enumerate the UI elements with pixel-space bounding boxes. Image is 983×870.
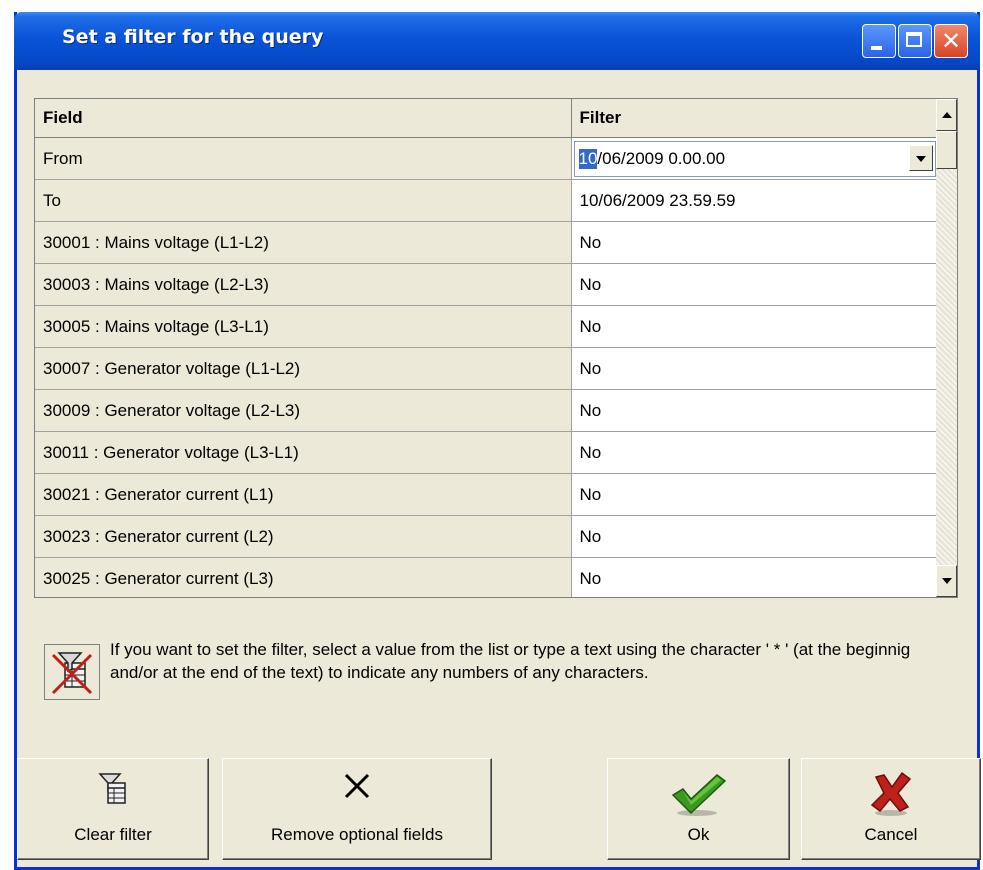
- field-cell: 30003 : Mains voltage (L2-L3): [35, 263, 572, 306]
- minimize-button[interactable]: [862, 24, 896, 58]
- field-cell: 30011 : Generator voltage (L3-L1): [35, 431, 572, 474]
- table-row[interactable]: 30021 : Generator current (L1) No: [35, 473, 939, 516]
- field-cell: 30009 : Generator voltage (L2-L3): [35, 389, 572, 432]
- table-row[interactable]: 30023 : Generator current (L2) No: [35, 515, 939, 558]
- table-row[interactable]: From 10/06/2009 0.00.00: [35, 137, 939, 180]
- title-bar[interactable]: Set a filter for the query ✕: [14, 12, 980, 70]
- table-row[interactable]: 30025 : Generator current (L3) No: [35, 557, 939, 597]
- from-date-combobox[interactable]: 10/06/2009 0.00.00: [573, 140, 936, 177]
- table-header-row: Field Filter: [35, 99, 939, 138]
- scroll-down-icon[interactable]: [936, 565, 957, 597]
- filter-table: Field Filter From 10/06/2009 0.00.00 To: [35, 99, 939, 597]
- table-row[interactable]: 30011 : Generator voltage (L3-L1) No: [35, 431, 939, 474]
- filter-cell[interactable]: No: [571, 515, 939, 558]
- filter-cell[interactable]: No: [571, 263, 939, 306]
- field-cell: 30005 : Mains voltage (L3-L1): [35, 305, 572, 348]
- scroll-thumb[interactable]: [936, 131, 957, 169]
- window-title: Set a filter for the query: [62, 26, 324, 48]
- remove-optional-fields-label: Remove optional fields: [271, 825, 443, 844]
- filter-cell[interactable]: 10/06/2009 23.59.59: [571, 179, 939, 222]
- field-cell: 30007 : Generator voltage (L1-L2): [35, 347, 572, 390]
- field-cell: From: [35, 137, 572, 180]
- cancel-button[interactable]: Cancel: [801, 758, 981, 860]
- filter-cell[interactable]: No: [571, 557, 939, 597]
- ok-button[interactable]: Ok: [607, 758, 790, 860]
- field-cell: 30023 : Generator current (L2): [35, 515, 572, 558]
- table-row[interactable]: 30001 : Mains voltage (L1-L2) No: [35, 221, 939, 264]
- filter-grid: Field Filter From 10/06/2009 0.00.00 To: [34, 98, 958, 598]
- close-button[interactable]: ✕: [934, 24, 968, 58]
- maximize-button[interactable]: [898, 24, 932, 58]
- remove-optional-fields-button[interactable]: Remove optional fields: [222, 758, 492, 860]
- filter-dialog: Set a filter for the query ✕ Field Filte…: [14, 12, 981, 870]
- field-cell: 30001 : Mains voltage (L1-L2): [35, 221, 572, 264]
- close-icon: ✕: [940, 27, 962, 55]
- filter-table-icon: [98, 771, 128, 809]
- filter-cell[interactable]: No: [571, 305, 939, 348]
- table-row[interactable]: 30003 : Mains voltage (L2-L3) No: [35, 263, 939, 306]
- ok-label: Ok: [687, 825, 710, 844]
- vertical-scrollbar[interactable]: [936, 99, 957, 597]
- field-cell: 30021 : Generator current (L1): [35, 473, 572, 516]
- dropdown-arrow-icon[interactable]: [908, 144, 933, 171]
- checkmark-icon: [669, 771, 729, 821]
- cancel-label: Cancel: [864, 825, 918, 844]
- table-row[interactable]: To 10/06/2009 23.59.59: [35, 179, 939, 222]
- table-row[interactable]: 30009 : Generator voltage (L2-L3) No: [35, 389, 939, 432]
- clear-filter-button[interactable]: Clear filter: [17, 758, 209, 860]
- filter-cell[interactable]: 10/06/2009 0.00.00: [571, 137, 939, 180]
- filter-cell[interactable]: No: [571, 431, 939, 474]
- filter-cell[interactable]: No: [571, 473, 939, 516]
- info-text: If you want to set the filter, select a …: [110, 640, 911, 682]
- no-filter-icon: [44, 644, 100, 700]
- filter-cell[interactable]: No: [571, 221, 939, 264]
- red-x-icon: [868, 771, 914, 821]
- column-header-filter[interactable]: Filter: [571, 99, 939, 138]
- filter-cell[interactable]: No: [571, 389, 939, 432]
- table-row[interactable]: 30005 : Mains voltage (L3-L1) No: [35, 305, 939, 348]
- combo-text: /06/2009 0.00.00: [597, 148, 726, 168]
- field-cell: 30025 : Generator current (L3): [35, 557, 572, 597]
- scroll-up-icon[interactable]: [936, 99, 957, 131]
- x-icon: [342, 771, 372, 805]
- clear-filter-label: Clear filter: [74, 825, 152, 844]
- column-header-field[interactable]: Field: [35, 99, 572, 138]
- table-row[interactable]: 30007 : Generator voltage (L1-L2) No: [35, 347, 939, 390]
- filter-cell[interactable]: No: [571, 347, 939, 390]
- selected-text: 10: [578, 148, 598, 169]
- field-cell: To: [35, 179, 572, 222]
